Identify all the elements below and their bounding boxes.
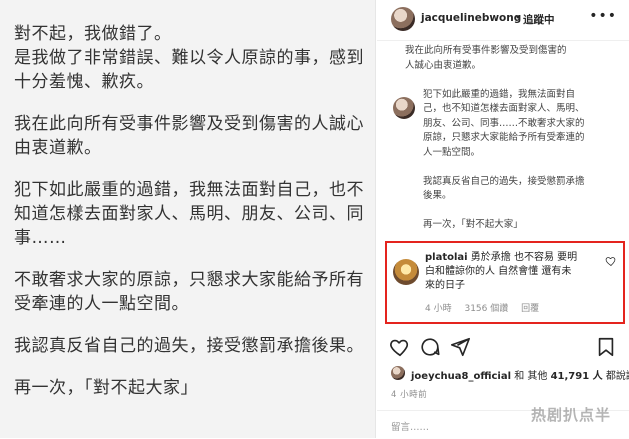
post-line: 受牽連的人一點空間。 [14, 294, 189, 314]
likes-count[interactable]: 41,791 人 [551, 371, 603, 382]
caption-line: 人誠心由衷道歉。 [405, 59, 482, 71]
comment-line-3: 來的日子 [425, 280, 465, 291]
post-line: 再一次，「對不起大家」 [14, 378, 198, 398]
post-statement-text: 對不起，我做錯了。是我做了非常錯誤、難以令人原諒的事，感到 十分羞愧、歉疚。我在此… [14, 22, 366, 400]
post-line: 對不起，我做錯了。 [14, 24, 172, 44]
caption-line: 人一點空間。 [423, 146, 481, 158]
post-paragraph-gap [14, 250, 366, 268]
caption-line: 我認真反省自己的過失，接受懲罰承擔 [423, 175, 585, 187]
post-header: jacquelinebwong • 追蹤中 ••• [377, 0, 629, 41]
caption-line: 犯下如此嚴重的過錯，我無法面對自 [423, 88, 576, 100]
caption-line: 再一次，「對不起大家」 [423, 219, 523, 230]
comment-line-1: 勇於承擔 也不容易 要明 [470, 252, 578, 263]
post-paragraph-gap [14, 94, 366, 112]
likes-text[interactable]: joeychua8_official 和 其他 41,791 人 都說讚 [411, 367, 629, 382]
likes-middle: 和 其他 [511, 371, 551, 382]
comment-meta: 4 小時 3156 個讚 回覆 [425, 301, 549, 314]
post-paragraph-gap [14, 358, 366, 376]
following-button[interactable]: 追蹤中 [523, 12, 555, 27]
post-image[interactable]: 對不起，我做錯了。是我做了非常錯誤、難以令人原諒的事，感到 十分羞愧、歉疚。我在此… [0, 0, 376, 438]
post-line: 犯下如此嚴重的過錯，我無法面對自己，也不 [14, 180, 364, 200]
comment-icon[interactable] [419, 336, 441, 358]
caption-line: 我在此向所有受事件影響及受到傷害的 [405, 45, 567, 56]
post-line: 事…… [14, 228, 67, 248]
more-horizontal-icon[interactable]: ••• [589, 8, 617, 24]
post-line: 由衷道歉。 [14, 138, 102, 158]
bookmark-icon[interactable] [595, 336, 617, 358]
comment-input[interactable]: 留言…… [391, 419, 429, 433]
caption-line: 原諒，只懇求大家能給予所有受牽連的 [423, 132, 585, 143]
post-line: 我在此向所有受事件影響及受到傷害的人誠心 [14, 114, 364, 134]
instagram-post-view: 對不起，我做錯了。 是我做了非常錯誤、難以令人原諒的事，感到 十分羞愧、歉疚。 我在此… [0, 0, 629, 438]
post-line: 是我做了非常錯誤、難以令人原諒的事，感到 [14, 48, 364, 68]
commenter-avatar[interactable] [393, 259, 419, 285]
likes-suffix: 都說讚 [605, 371, 629, 382]
comment-likes[interactable]: 3156 個讚 [464, 304, 508, 314]
comment-time: 4 小時 [425, 304, 452, 314]
comment-line-2: 白和體諒你的人 自然會懂 還有未 [425, 266, 572, 277]
heart-icon[interactable] [389, 336, 411, 358]
liker-username[interactable]: joeychua8_official [411, 371, 511, 382]
post-line: 十分羞愧、歉疚。 [14, 72, 154, 92]
post-paragraph-gap [14, 316, 366, 334]
likes-summary: joeychua8_official 和 其他 41,791 人 都說讚 [377, 364, 629, 384]
author-username[interactable]: jacquelinebwong [421, 12, 521, 24]
comment-body: platolai 勇於承擔 也不容易 要明 白和體諒你的人 自然會懂 還有未 來… [425, 251, 577, 293]
post-line: 不敢奢求大家的原諒，只懇求大家能給予所有 [14, 270, 364, 290]
header-separator: • [515, 12, 522, 24]
post-timestamp: 4 小時前 [391, 390, 428, 400]
post-actions [377, 332, 629, 364]
post-paragraph-gap [14, 160, 366, 178]
caption-line: 己，也不知道怎樣去面對家人、馬明、 [423, 103, 585, 114]
caption-line: 後果。 [423, 190, 452, 201]
share-icon[interactable] [449, 336, 471, 358]
caption-avatar[interactable] [393, 97, 415, 119]
post-line: 知道怎樣去面對家人、馬明、朋友、公司、同 [14, 204, 364, 224]
author-avatar[interactable] [391, 7, 415, 31]
post-line: 我認真反省自己的過失，接受懲罰承擔後果。 [14, 336, 364, 356]
comments-list[interactable]: 我在此向所有受事件影響及受到傷害的 人誠心由衷道歉。犯下如此嚴重的過錯，我無法面對… [377, 41, 629, 241]
liker-avatar[interactable] [391, 366, 405, 380]
post-side-panel: jacquelinebwong • 追蹤中 ••• 我在此向所有受事件影響及受到… [377, 0, 629, 438]
highlighted-comment: platolai 勇於承擔 也不容易 要明 白和體諒你的人 自然會懂 還有未 來… [385, 241, 625, 324]
comment-like-heart-icon[interactable] [605, 255, 617, 267]
caption-line: 朋友、公司、同事……不敢奢求大家的 [423, 117, 585, 129]
comment-reply-button[interactable]: 回覆 [521, 304, 539, 314]
commenter-username[interactable]: platolai [425, 252, 468, 263]
watermark-text: 热剧扒点半 [531, 406, 612, 424]
